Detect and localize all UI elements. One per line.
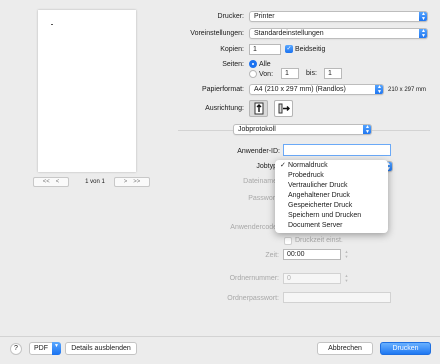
- pages-label: Seiten:: [222, 61, 244, 68]
- filename-label: Dateiname: [243, 178, 277, 185]
- pages-from-label: Von:: [259, 71, 274, 78]
- menu-item-store-and-print[interactable]: Speichern und Drucken: [275, 211, 388, 221]
- folder-number-label: Ordnernummer:: [229, 275, 279, 282]
- footer-divider: [0, 336, 440, 337]
- user-id-label: Anwender-ID:: [237, 148, 280, 155]
- pdf-label: PDF: [34, 345, 48, 352]
- time-stepper[interactable]: ▲ ▼: [343, 249, 350, 260]
- chevron-updown-icon: ▲ ▼: [419, 12, 427, 21]
- menu-item-hold-print[interactable]: Angehaltener Druck: [275, 191, 388, 201]
- landscape-orientation-button[interactable]: [274, 100, 293, 117]
- pages-range-radio[interactable]: [249, 70, 257, 78]
- chevron-updown-icon: ▲ ▼: [363, 125, 371, 134]
- page-indicator: 1 von 1: [85, 179, 105, 185]
- paper-popup[interactable]: A4 (210 x 297 mm) (Randlos) ▲ ▼: [249, 84, 384, 95]
- folder-number-field[interactable]: 0: [283, 273, 341, 284]
- folder-password-label: Ordnerpasswort:: [227, 295, 279, 302]
- preview-forward-buttons[interactable]: > >>: [114, 177, 150, 187]
- presets-value: Standardeinstellungen: [254, 30, 324, 37]
- folder-number-stepper[interactable]: ▲ ▼: [343, 273, 350, 284]
- paper-dimensions: 210 x 297 mm: [388, 87, 427, 93]
- checkmark-icon: ✓: [280, 162, 286, 169]
- pages-to-label: bis:: [306, 70, 317, 77]
- folder-password-field[interactable]: [283, 292, 391, 303]
- password-label: Passwort: [248, 195, 277, 202]
- section-value: Jobprotokoll: [238, 126, 276, 133]
- menu-item-label: Document Server: [288, 222, 343, 229]
- duplex-label: Beidseitig: [295, 46, 326, 53]
- presets-label: Voreinstellungen:: [190, 30, 244, 37]
- printer-popup[interactable]: Printer ▲ ▼: [249, 11, 428, 22]
- last-page-icon[interactable]: >>: [133, 179, 140, 185]
- print-time-checkbox[interactable]: [284, 237, 292, 245]
- landscape-orientation-icon: [278, 103, 290, 114]
- section-popup[interactable]: Jobprotokoll ▲ ▼: [233, 124, 372, 135]
- time-field[interactable]: 00:00: [283, 249, 341, 260]
- chevron-updown-icon: ▲ ▼: [375, 85, 383, 94]
- first-page-icon[interactable]: <<: [43, 179, 50, 185]
- print-time-label: Druckzeit einst.: [295, 237, 343, 244]
- copies-field[interactable]: 1: [249, 44, 281, 55]
- chevron-updown-icon: ▲ ▼: [419, 29, 427, 38]
- pages-to-field[interactable]: 1: [324, 68, 342, 79]
- chevron-down-icon: ▼: [52, 342, 61, 355]
- print-preview: [38, 10, 136, 172]
- printer-value: Printer: [254, 13, 275, 20]
- menu-item-label: Gespeicherter Druck: [288, 202, 353, 209]
- hide-details-button[interactable]: Details ausblenden: [65, 342, 137, 355]
- menu-item-stored-print[interactable]: Gespeicherter Druck: [275, 201, 388, 211]
- copies-label: Kopien:: [220, 46, 244, 53]
- duplex-checkbox[interactable]: ✓: [285, 45, 293, 53]
- paper-label: Papierformat:: [201, 86, 244, 93]
- portrait-orientation-icon: [254, 102, 263, 115]
- menu-item-label: Speichern und Drucken: [288, 212, 362, 219]
- cancel-button[interactable]: Abbrechen: [317, 342, 373, 355]
- presets-popup[interactable]: Standardeinstellungen ▲ ▼: [249, 28, 428, 39]
- portrait-orientation-button[interactable]: [249, 100, 268, 117]
- menu-item-label: Normaldruck: [288, 162, 328, 169]
- help-button[interactable]: ?: [10, 343, 22, 355]
- menu-item-document-server[interactable]: Document Server: [275, 221, 388, 231]
- previous-page-icon[interactable]: <: [56, 179, 60, 185]
- job-type-label: Jobtyp: [256, 163, 277, 170]
- pdf-button[interactable]: PDF ▼: [29, 342, 61, 355]
- time-label: Zeit:: [265, 252, 279, 259]
- printer-label: Drucker:: [217, 13, 244, 20]
- menu-item-label: Probedruck: [288, 172, 324, 179]
- next-page-icon[interactable]: >: [124, 179, 128, 185]
- job-type-menu: ✓ Normaldruck Probedruck Vertraulicher D…: [275, 160, 388, 233]
- orientation-label: Ausrichtung:: [205, 105, 244, 112]
- menu-item-locked-print[interactable]: Vertraulicher Druck: [275, 181, 388, 191]
- print-button[interactable]: Drucken: [380, 342, 431, 355]
- user-code-label: Anwendercode: [230, 224, 277, 231]
- preview-back-buttons[interactable]: << <: [33, 177, 69, 187]
- pages-from-field[interactable]: 1: [281, 68, 299, 79]
- menu-item-label: Vertraulicher Druck: [288, 182, 348, 189]
- pages-all-radio[interactable]: [249, 60, 257, 68]
- menu-item-sample-print[interactable]: Probedruck: [275, 171, 388, 181]
- menu-item-normal-print[interactable]: ✓ Normaldruck: [275, 161, 388, 171]
- menu-item-label: Angehaltener Druck: [288, 192, 350, 199]
- paper-value: A4 (210 x 297 mm) (Randlos): [254, 86, 346, 93]
- user-id-field[interactable]: [283, 144, 391, 156]
- preview-content-mark: [51, 24, 53, 25]
